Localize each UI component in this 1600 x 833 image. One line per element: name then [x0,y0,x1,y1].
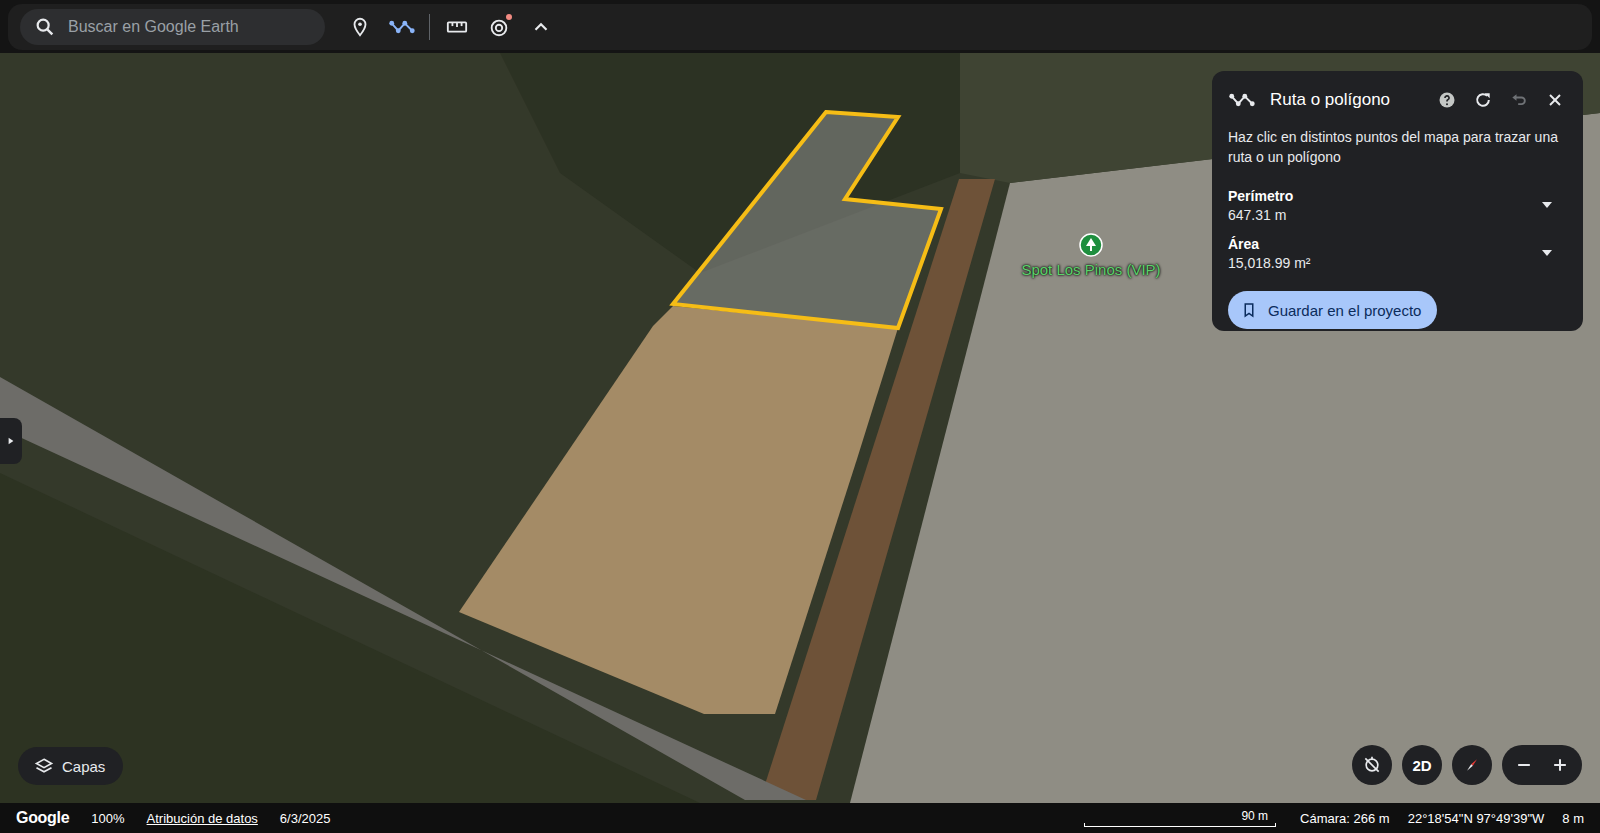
save-project-label: Guardar en el proyecto [1268,302,1421,319]
tool-button[interactable] [484,12,514,42]
zoom-level: 100% [91,811,124,826]
map-view[interactable]: Spot Los Pinos (VIP) Ruta o polígono Haz… [0,53,1600,803]
dropdown-caret-icon [1541,201,1553,209]
compass-needle-icon [1462,755,1482,775]
tool-button[interactable] [387,12,417,42]
close-icon [1545,90,1565,110]
panel-action-button[interactable] [1507,88,1531,112]
compass-off-icon [1362,755,1382,775]
panel-title: Ruta o polígono [1270,90,1421,110]
panel-instructions: Haz clic en distintos puntos del mapa pa… [1228,127,1567,167]
route-icon [388,17,416,37]
coordinates: 22°18'54"N 97°49'39"W [1408,811,1545,826]
notification-dot [506,14,512,20]
measure-text: Perímetro 647.31 m [1228,188,1293,223]
tool-group [345,12,556,42]
google-logo: Google [16,809,69,827]
panel-actions [1435,88,1567,112]
toolbar-bar: Buscar en Google Earth [8,4,1592,50]
google-earth-window: Buscar en Google Earth Spot Los Pinos (V… [0,0,1600,833]
park-pin-icon [1079,233,1103,257]
tool-button[interactable] [442,12,472,42]
tool-button[interactable] [345,12,375,42]
plus-icon [1550,755,1570,775]
measured-polygon[interactable] [673,112,941,328]
help-icon [1437,90,1457,110]
side-panel-toggle[interactable] [0,418,22,464]
measure-label: Área [1228,236,1311,252]
map-controls: 2D [1352,745,1582,785]
status-left: Google 100% Atribución de datos 6/3/2025 [16,809,330,827]
ground-elevation: 8 m [1562,811,1584,826]
status-right: 90 m Cámara: 266 m 22°18'54"N 97°49'39"W… [1084,810,1584,827]
measure-value: 15,018.99 m² [1228,255,1311,271]
route-icon [1228,90,1256,110]
imagery-date: 6/3/2025 [280,811,331,826]
expand-arrow-icon [7,436,15,446]
status-bar: Google 100% Atribución de datos 6/3/2025… [0,803,1600,833]
dropdown-caret-icon [1541,249,1553,257]
minus-icon [1514,755,1534,775]
refresh-icon [1473,90,1493,110]
zoom-in-button[interactable] [1542,745,1578,785]
place-pin[interactable]: Spot Los Pinos (VIP) [991,233,1191,278]
ruler-icon [446,16,468,38]
compass-button[interactable] [1452,745,1492,785]
data-attribution-link[interactable]: Atribución de datos [147,811,258,826]
tool-button[interactable] [526,12,556,42]
search-placeholder: Buscar en Google Earth [68,18,239,36]
zoom-out-button[interactable] [1506,745,1542,785]
camera-altitude: Cámara: 266 m [1300,811,1390,826]
measure-label: Perímetro [1228,188,1293,204]
layers-icon [34,756,54,776]
toolbar-divider [429,14,430,40]
route-polygon-panel: Ruta o polígono Haz clic en distintos pu… [1212,71,1583,331]
scale-label: 90 m [1241,810,1276,823]
panel-action-button[interactable] [1435,88,1459,112]
measure-value: 647.31 m [1228,207,1293,223]
layers-label: Capas [62,758,105,775]
panel-action-button[interactable] [1471,88,1495,112]
scale-bar: 90 m [1084,810,1276,827]
panel-action-button[interactable] [1543,88,1567,112]
undo-icon [1509,90,1529,110]
layers-button[interactable]: Capas [18,747,123,785]
orientation-button[interactable] [1352,745,1392,785]
save-project-button[interactable]: Guardar en el proyecto [1228,291,1437,329]
placemark-icon [349,16,371,38]
top-toolbar: Buscar en Google Earth [0,0,1600,53]
measure-row[interactable]: Perímetro 647.31 m [1228,181,1567,229]
measure-row[interactable]: Área 15,018.99 m² [1228,229,1567,277]
scale-line [1084,823,1276,827]
bookmark-icon [1240,301,1258,319]
panel-header: Ruta o polígono [1228,85,1567,115]
chevron-up-icon [530,16,552,38]
search-field[interactable]: Buscar en Google Earth [20,9,325,45]
search-icon [34,16,56,38]
place-label: Spot Los Pinos (VIP) [1021,261,1160,278]
measure-text: Área 15,018.99 m² [1228,236,1311,271]
view-mode-button[interactable]: 2D [1402,745,1442,785]
zoom-control [1502,745,1582,785]
